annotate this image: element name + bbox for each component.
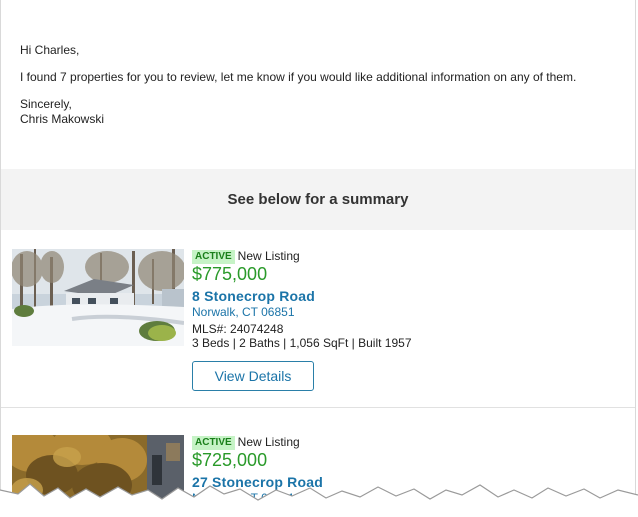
closing-text: Sincerely,	[20, 97, 72, 111]
email-message: Hi Charles, I found 7 properties for you…	[20, 43, 576, 127]
body-text: I found 7 properties for you to review, …	[20, 70, 577, 84]
listing-tag: New Listing	[237, 435, 300, 449]
listing-card: ACTIVE New Listing $775,000 8 Stonecrop R…	[1, 230, 635, 408]
listing-mls: MLS#: 24074248	[192, 322, 284, 336]
listing-tag: New Listing	[237, 249, 300, 263]
status-row: ACTIVE New Listing	[192, 435, 323, 450]
listing-city-link[interactable]: Norwalk, CT 06851	[192, 305, 412, 319]
status-badge: ACTIVE	[192, 250, 235, 264]
house-winter-photo[interactable]	[12, 249, 184, 346]
torn-edge-decoration	[0, 483, 638, 517]
listing-info: ACTIVE New Listing $775,000 8 Stonecrop R…	[192, 249, 412, 350]
summary-band: See below for a summary	[1, 169, 635, 230]
listing-address-link[interactable]: 8 Stonecrop Road	[192, 288, 412, 305]
status-badge: ACTIVE	[192, 436, 235, 450]
summary-title: See below for a summary	[227, 191, 409, 208]
listing-price: $725,000	[192, 450, 268, 470]
view-details-button[interactable]: View Details	[192, 361, 314, 391]
listing-price: $775,000	[192, 264, 268, 284]
status-row: ACTIVE New Listing	[192, 249, 412, 264]
greeting-text: Hi Charles,	[20, 43, 80, 57]
listing-facts: 3 Beds | 2 Baths | 1,056 SqFt | Built 19…	[192, 336, 412, 350]
sender-name: Chris Makowski	[20, 112, 105, 126]
